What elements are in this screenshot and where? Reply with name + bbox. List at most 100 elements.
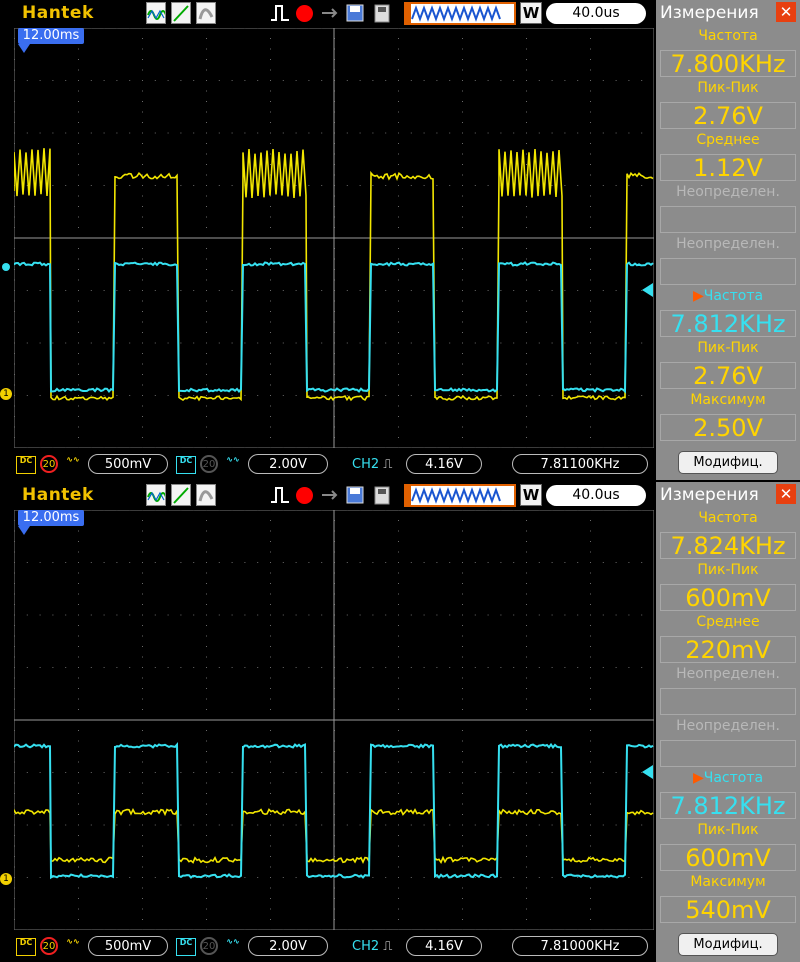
trigger-level-marker[interactable]: [642, 283, 653, 297]
ch2-dc-icon[interactable]: DC: [176, 938, 196, 956]
timebase-value[interactable]: 40.0us: [546, 3, 646, 24]
frequency-counter: 7.81100KHz: [512, 454, 648, 474]
m2-value[interactable]: 2.76V: [660, 102, 796, 129]
cursor-icon[interactable]: [171, 484, 191, 506]
ch2-dc-icon[interactable]: DC: [176, 456, 196, 474]
arrow-icon: [320, 484, 340, 506]
modify-button[interactable]: Модифиц.: [678, 451, 778, 474]
measurement-title: Измерения: [660, 3, 759, 23]
record-icon[interactable]: [296, 487, 313, 504]
trigger-source-label: CH2: [352, 939, 379, 954]
ch1-scale[interactable]: 500mV: [88, 936, 168, 956]
m5-value[interactable]: [660, 740, 796, 767]
m5-label: Неопределен.: [656, 718, 800, 734]
arrow-icon: [320, 2, 340, 24]
m6-value[interactable]: 7.812KHz: [660, 792, 796, 819]
m2-label: Пик-Пик: [656, 562, 800, 578]
m7-value[interactable]: 2.76V: [660, 362, 796, 389]
m8-value[interactable]: 2.50V: [660, 414, 796, 441]
m5-value[interactable]: [660, 258, 796, 285]
m1-value[interactable]: 7.800KHz: [660, 50, 796, 77]
scope-panel-1: Hantek W 40.0us 12.00ms 1 DC 20 ∿∿ 500mV…: [0, 0, 800, 480]
ch2-scale[interactable]: 2.00V: [248, 936, 328, 956]
waveform-icon[interactable]: [146, 484, 166, 506]
bottom-status-bar: DC 20 ∿∿ 500mV DC 20 ∿∿ 2.00V CH2 ⎍ 4.16…: [0, 932, 656, 962]
m7-value[interactable]: 600mV: [660, 844, 796, 871]
ch2-invert-icon: ∿∿: [224, 938, 242, 954]
m6-label: ▶Частота: [656, 770, 800, 786]
edge-rising-icon[interactable]: [270, 484, 290, 506]
timebase-value[interactable]: 40.0us: [546, 485, 646, 506]
ch1-scale[interactable]: 500mV: [88, 454, 168, 474]
usb-icon[interactable]: [372, 484, 392, 506]
bw-limit-icon[interactable]: 20: [40, 937, 58, 955]
cursor-icon[interactable]: [171, 2, 191, 24]
bottom-status-bar: DC 20 ∿∿ 500mV DC 20 ∿∿ 2.00V CH2 ⎍ 4.16…: [0, 450, 656, 480]
m6-label-text: Частота: [704, 770, 763, 786]
waveform-icon[interactable]: [146, 2, 166, 24]
trigger-position-marker[interactable]: 12.00ms: [18, 510, 84, 526]
trigger-level-marker[interactable]: [642, 765, 653, 779]
brand-logo: Hantek: [22, 3, 94, 23]
window-button[interactable]: W: [520, 2, 542, 24]
m7-label: Пик-Пик: [656, 822, 800, 838]
m6-value[interactable]: 7.812KHz: [660, 310, 796, 337]
m1-value[interactable]: 7.824KHz: [660, 532, 796, 559]
measurement-sidebar: Измерения ✕ Частота 7.824KHz Пик-Пик 600…: [656, 482, 800, 962]
scope-panel-2: Hantek W 40.0us 12.00ms 1 DC 20 ∿∿ 500mV…: [0, 482, 800, 962]
ch2-bw-limit-icon[interactable]: 20: [200, 455, 218, 473]
save-icon[interactable]: [345, 2, 365, 24]
trigger-source-label: CH2: [352, 457, 379, 472]
m2-label: Пик-Пик: [656, 80, 800, 96]
trigger-position-arrow: [18, 44, 30, 53]
ch2-ground-marker[interactable]: [2, 263, 10, 271]
m6-label-text: Частота: [704, 288, 763, 304]
trigger-level[interactable]: 4.16V: [406, 936, 482, 956]
bw-limit-icon[interactable]: 20: [40, 455, 58, 473]
save-icon[interactable]: [345, 484, 365, 506]
waveform-plot: [14, 28, 654, 448]
waveform-display[interactable]: [14, 510, 654, 930]
edge-rising-icon[interactable]: [270, 2, 290, 24]
window-button[interactable]: W: [520, 484, 542, 506]
record-icon[interactable]: [296, 5, 313, 22]
m4-label: Неопределен.: [656, 184, 800, 200]
m4-value[interactable]: [660, 206, 796, 233]
ch2-invert-icon: ∿∿: [224, 456, 242, 472]
ch1-ground-marker[interactable]: 1: [0, 873, 12, 885]
brand-logo: Hantek: [22, 485, 94, 505]
m7-label: Пик-Пик: [656, 340, 800, 356]
m3-value[interactable]: 220mV: [660, 636, 796, 663]
m2-value[interactable]: 600mV: [660, 584, 796, 611]
edge-rising-icon: ⎍: [383, 939, 392, 954]
ch1-dc-icon[interactable]: DC: [16, 456, 36, 474]
waveform-position-indicator[interactable]: [404, 484, 516, 507]
persist-icon[interactable]: [196, 484, 216, 506]
ch1-dc-icon[interactable]: DC: [16, 938, 36, 956]
ch1-ground-marker[interactable]: 1: [0, 388, 12, 400]
usb-icon[interactable]: [372, 2, 392, 24]
frequency-counter: 7.81000KHz: [512, 936, 648, 956]
trigger-level[interactable]: 4.16V: [406, 454, 482, 474]
m4-value[interactable]: [660, 688, 796, 715]
waveform-position-indicator[interactable]: [404, 2, 516, 25]
top-toolbar: Hantek W 40.0us: [0, 482, 656, 510]
trigger-position-marker[interactable]: 12.00ms: [18, 28, 84, 44]
trigger-source[interactable]: CH2 ⎍: [352, 939, 392, 954]
trigger-source[interactable]: CH2 ⎍: [352, 457, 392, 472]
selected-arrow-icon: ▶: [693, 288, 704, 304]
ch2-scale[interactable]: 2.00V: [248, 454, 328, 474]
m3-value[interactable]: 1.12V: [660, 154, 796, 181]
waveform-display[interactable]: [14, 28, 654, 448]
m1-label: Частота: [656, 510, 800, 526]
modify-button[interactable]: Модифиц.: [678, 933, 778, 956]
persist-icon[interactable]: [196, 2, 216, 24]
close-icon[interactable]: ✕: [776, 2, 796, 22]
measurement-title: Измерения: [660, 485, 759, 505]
close-icon[interactable]: ✕: [776, 484, 796, 504]
ch2-bw-limit-icon[interactable]: 20: [200, 937, 218, 955]
m3-label: Среднее: [656, 614, 800, 630]
m8-value[interactable]: 540mV: [660, 896, 796, 923]
m6-label: ▶Частота: [656, 288, 800, 304]
selected-arrow-icon: ▶: [693, 770, 704, 786]
